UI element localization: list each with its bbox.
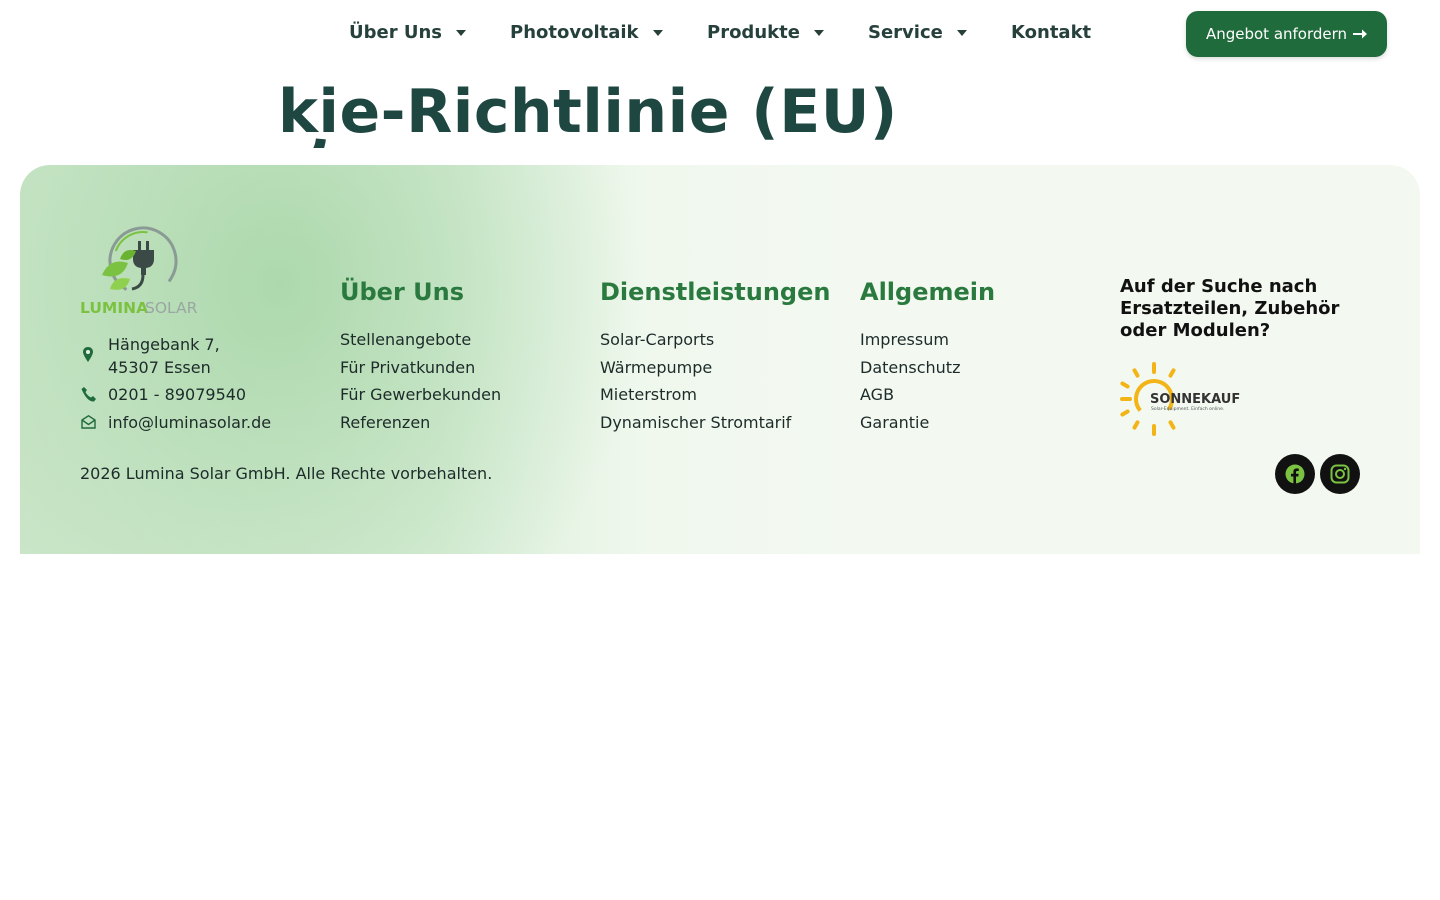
footer-link-mieterstrom[interactable]: Mieterstrom — [600, 385, 697, 404]
footer-link-stellenangebote[interactable]: Stellenangebote — [340, 330, 471, 349]
nav-item-label: Photovoltaik — [510, 22, 639, 43]
nav-item-label: Über Uns — [349, 22, 442, 43]
page-title: kie-Richtlinie (EU) — [278, 77, 898, 147]
footer-email[interactable]: info@luminasolar.de — [80, 411, 271, 434]
footer-column-title-allgemein: Allgemein — [860, 278, 996, 306]
logo-brand-secondary: SOLAR — [145, 299, 198, 317]
footer-link-waermepumpe[interactable]: Wärmepumpe — [600, 358, 712, 377]
footer-link-agb[interactable]: AGB — [860, 385, 894, 404]
nav-item-ueber-uns[interactable]: Über Uns — [349, 22, 466, 43]
footer-address: Hängebank 7, 45307 Essen — [80, 333, 220, 379]
address-line-1: Hängebank 7, — [108, 335, 220, 354]
footer-link-stromtarif[interactable]: Dynamischer Stromtarif — [600, 413, 791, 432]
footer-column-title-ueber-uns: Über Uns — [340, 278, 464, 306]
site-footer — [20, 165, 1420, 554]
facebook-icon — [1285, 464, 1305, 484]
nav-item-service[interactable]: Service — [868, 22, 967, 43]
nav-item-label: Service — [868, 22, 943, 43]
arrow-right-icon — [1353, 29, 1368, 39]
main-navigation: Über Uns Photovoltaik Produkte Service K… — [0, 0, 1440, 68]
phone-number: 0201 - 89079540 — [108, 385, 247, 404]
address-line-2: 45307 Essen — [108, 358, 211, 377]
request-quote-label: Angebot anfordern — [1205, 25, 1348, 43]
logo-brand-primary: LUMINA — [80, 299, 148, 317]
lumina-solar-logo[interactable]: LUMINA SOLAR — [80, 223, 202, 318]
parts-search-heading: Auf der Suche nach Ersatzteilen, Zubehör… — [1120, 276, 1340, 341]
envelope-open-icon — [80, 411, 96, 429]
sonnekauf-logo[interactable]: SONNEKAUF Solar-Equipment. Einfach onlin… — [1120, 362, 1250, 436]
footer-link-garantie[interactable]: Garantie — [860, 413, 929, 432]
footer-link-datenschutz[interactable]: Datenschutz — [860, 358, 960, 377]
footer-column-title-dienstleistungen: Dienstleistungen — [600, 278, 831, 306]
map-pin-icon — [80, 333, 96, 363]
caret-down-icon — [456, 29, 466, 36]
nav-item-photovoltaik[interactable]: Photovoltaik — [510, 22, 663, 43]
instagram-button[interactable] — [1320, 454, 1360, 494]
instagram-icon — [1330, 464, 1350, 484]
nav-item-kontakt[interactable]: Kontakt — [1011, 22, 1091, 43]
request-quote-button[interactable]: Angebot anfordern — [1186, 11, 1387, 57]
footer-link-gewerbekunden[interactable]: Für Gewerbekunden — [340, 385, 501, 404]
email-address: info@luminasolar.de — [108, 413, 272, 432]
footer-phone[interactable]: 0201 - 89079540 — [80, 383, 246, 406]
copyright-notice: 2026 Lumina Solar GmbH. Alle Rechte vorb… — [80, 464, 493, 483]
footer-link-privatkunden[interactable]: Für Privatkunden — [340, 358, 475, 377]
page-title-area: kie-Richtlinie (EU) — [250, 76, 950, 148]
sonnekauf-tagline: Solar-Equipment. Einfach online. — [1151, 406, 1224, 412]
sonnekauf-wordmark: SONNEKAUF — [1150, 392, 1240, 407]
footer-link-referenzen[interactable]: Referenzen — [340, 413, 430, 432]
nav-item-label: Produkte — [707, 22, 800, 43]
footer-link-solar-carports[interactable]: Solar-Carports — [600, 330, 714, 349]
caret-down-icon — [652, 29, 663, 36]
nav-item-produkte[interactable]: Produkte — [707, 22, 824, 43]
facebook-button[interactable] — [1275, 454, 1315, 494]
caret-down-icon — [956, 29, 967, 36]
nav-item-label: Kontakt — [1011, 22, 1092, 43]
footer-link-impressum[interactable]: Impressum — [860, 330, 949, 349]
caret-down-icon — [813, 29, 824, 36]
phone-icon — [80, 383, 96, 402]
